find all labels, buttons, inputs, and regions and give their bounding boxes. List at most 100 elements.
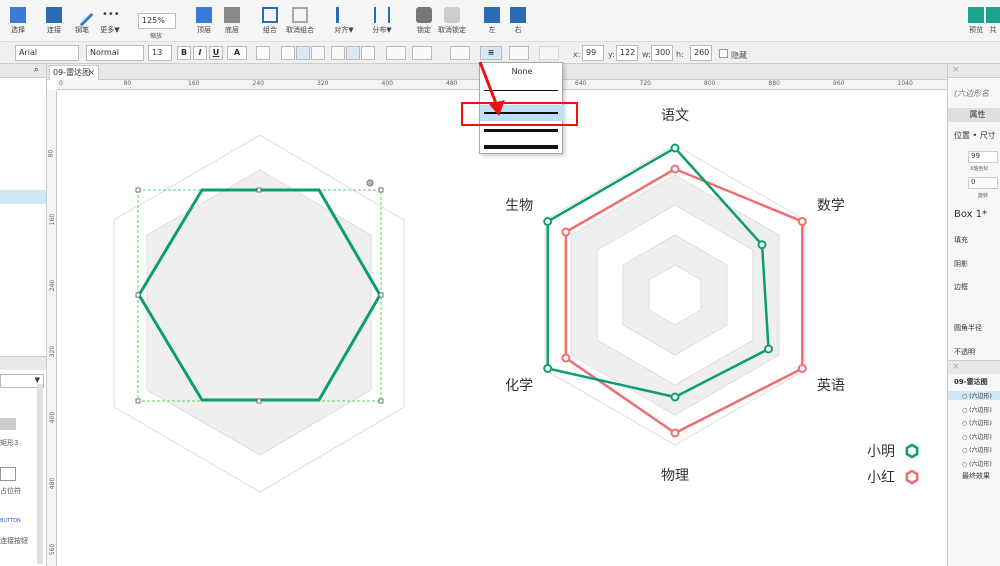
legend-hexagon-icon: [905, 443, 919, 459]
bullet-list-button[interactable]: [256, 46, 270, 60]
shadow-button[interactable]: [412, 46, 432, 60]
tab-close-icon[interactable]: ×: [88, 66, 95, 79]
font-style-select[interactable]: Normal: [86, 45, 144, 61]
share-icon: [986, 7, 1000, 23]
libraries-header: [0, 356, 46, 370]
handle-tr[interactable]: [378, 187, 384, 193]
outline-close-icon[interactable]: ×: [952, 362, 960, 372]
ungroup-icon: [292, 7, 308, 23]
handle-b[interactable]: [256, 398, 262, 404]
handle-br[interactable]: [378, 398, 384, 404]
x-axis-field[interactable]: 99: [968, 151, 998, 163]
select-icon: [10, 7, 26, 23]
radar-point: [670, 428, 680, 438]
valign-bottom-button[interactable]: [361, 46, 375, 60]
send-back-icon: [224, 7, 240, 23]
ruler-h-tick: 880: [768, 80, 780, 87]
ruler-h-tick: 0: [59, 80, 63, 87]
radar-axis-label: 数学: [817, 198, 845, 214]
align-right-button[interactable]: [311, 46, 325, 60]
radar-axis-label: 语文: [661, 108, 689, 124]
close-icon[interactable]: ×: [952, 65, 960, 75]
handle-r[interactable]: [378, 292, 384, 298]
layer-item[interactable]: ○ (六边形): [948, 445, 1000, 454]
italic-button[interactable]: I: [193, 46, 207, 60]
tab-radar[interactable]: 09-雷达图 ×: [49, 65, 99, 80]
layer-item[interactable]: ○ (六边形): [948, 391, 1000, 400]
send-back-button[interactable]: 底层: [214, 3, 250, 39]
library-scrollbar[interactable]: [37, 384, 43, 564]
radar-point: [797, 364, 807, 373]
connect-icon: [46, 7, 62, 23]
rotation-field[interactable]: 0: [968, 177, 998, 189]
unlock-button[interactable]: 取消锁定: [434, 3, 470, 39]
x-field[interactable]: 99: [582, 45, 604, 61]
valign-middle-button[interactable]: [346, 46, 360, 60]
distribute-button[interactable]: 分布▼: [364, 3, 400, 39]
page-item-selected[interactable]: [0, 190, 46, 204]
line-weight-4-option[interactable]: [484, 145, 558, 149]
right-panel: × (六边形名 属性 位置 • 尺寸 99 X轴坐标 0 旋转 Box 1* 填…: [947, 64, 1000, 566]
properties-tab[interactable]: 属性: [948, 108, 1000, 122]
select-button[interactable]: 选择: [0, 3, 36, 39]
handle-l[interactable]: [135, 292, 141, 298]
font-color-button[interactable]: A: [227, 46, 247, 60]
lock-icon: [416, 7, 432, 23]
right-align-button[interactable]: 右: [500, 3, 536, 39]
arrow-style-button[interactable]: [539, 46, 559, 60]
line-weight-3-option[interactable]: [484, 129, 558, 132]
ruler-v-tick: 80: [47, 149, 55, 158]
left-icon: [484, 7, 500, 23]
align-center-button[interactable]: [296, 46, 310, 60]
folder-item[interactable]: 最终效果: [948, 471, 1000, 481]
fill-color-button[interactable]: [386, 46, 406, 60]
search-icon[interactable]: ⌕: [34, 65, 39, 75]
radar-point: [670, 143, 680, 153]
font-select[interactable]: Arial: [15, 45, 79, 61]
bold-button[interactable]: B: [177, 46, 191, 60]
align-left-button[interactable]: [281, 46, 295, 60]
radar-point: [543, 364, 553, 373]
ruler-h-tick: 480: [446, 80, 458, 87]
line-color-button[interactable]: [450, 46, 470, 60]
preview-icon: [968, 7, 984, 23]
ungroup-button[interactable]: 取消组合: [282, 3, 318, 39]
line-style-button[interactable]: [509, 46, 529, 60]
red-arrow-icon: [478, 61, 505, 116]
line-weight-button[interactable]: ≡: [480, 46, 502, 60]
hide-checkbox[interactable]: [719, 49, 728, 58]
handle-tl[interactable]: [135, 187, 141, 193]
ruler-h-tick: 960: [833, 80, 845, 87]
legend-label: 小红: [867, 470, 895, 486]
h-field[interactable]: 260: [690, 45, 712, 61]
layer-item[interactable]: ○ (六边形): [948, 405, 1000, 414]
rotate-handle[interactable]: [366, 179, 374, 187]
underline-button[interactable]: U: [209, 46, 223, 60]
layer-item[interactable]: ○ (六边形): [948, 432, 1000, 441]
ruler-h-tick: 640: [575, 80, 587, 87]
zoom-select[interactable]: 125%: [138, 13, 176, 29]
valign-top-button[interactable]: [331, 46, 345, 60]
ruler-h-tick: 80: [123, 80, 132, 87]
placeholder-widget[interactable]: [0, 467, 16, 481]
main-toolbar: 选择 连接 钢笔 ••• 更多▼ 125% 缩放 顶层 底层 组合 取消组合 对齐…: [0, 0, 1000, 42]
handle-t[interactable]: [256, 187, 262, 193]
radar-point: [561, 353, 571, 363]
design-canvas[interactable]: 语文 数学 英语 物理 化学 生物 小明 小红: [57, 90, 947, 566]
w-field[interactable]: 300: [651, 45, 673, 61]
radar-point: [670, 164, 680, 174]
font-size-select[interactable]: 13: [148, 45, 172, 61]
layer-item[interactable]: ○ (六边形): [948, 459, 1000, 468]
align-button[interactable]: 对齐▼: [326, 3, 362, 39]
radar-point: [561, 227, 571, 237]
y-field[interactable]: 122: [616, 45, 638, 61]
share-button[interactable]: 共: [986, 3, 1000, 39]
radar-axis-label: 化学: [505, 378, 533, 394]
layer-item[interactable]: ○ (六边形): [948, 418, 1000, 427]
rect3-widget[interactable]: [0, 418, 16, 430]
bring-front-icon: [196, 7, 212, 23]
legend-hexagon-icon: [905, 469, 919, 485]
handle-bl[interactable]: [135, 398, 141, 404]
more-button[interactable]: ••• 更多▼: [92, 3, 128, 39]
radar-point: [670, 392, 680, 402]
